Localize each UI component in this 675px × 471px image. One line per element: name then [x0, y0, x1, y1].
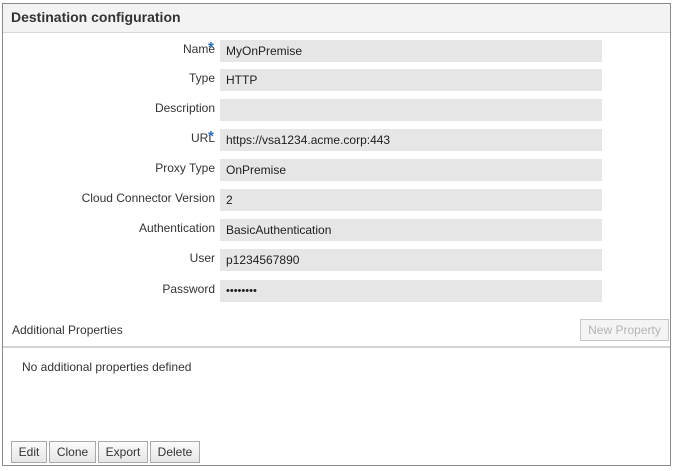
edit-button[interactable]: Edit — [11, 441, 47, 463]
destination-configuration-panel: Destination configuration Name * MyOnPre… — [2, 3, 671, 466]
user-label: User — [189, 251, 215, 265]
form-row-user: User p1234567890 — [3, 249, 670, 271]
form-row-url: URL * https://vsa1234.acme.corp:443 — [3, 128, 670, 151]
additional-properties-title: Additional Properties — [12, 323, 123, 337]
form-row-password: Password •••••••• — [3, 280, 670, 302]
proxy-type-label: Proxy Type — [155, 161, 215, 175]
section-divider — [3, 346, 670, 348]
required-marker: * — [208, 39, 214, 56]
export-button[interactable]: Export — [98, 441, 148, 463]
form-row-proxy-type: Proxy Type OnPremise — [3, 159, 670, 181]
destination-form: Name * MyOnPremise Type HTTP Description… — [3, 33, 670, 307]
action-toolbar: Edit Clone Export Delete — [11, 441, 200, 463]
password-field[interactable]: •••••••• — [220, 280, 602, 302]
new-property-button[interactable]: New Property — [580, 319, 669, 341]
description-label: Description — [154, 101, 215, 115]
delete-button[interactable]: Delete — [150, 441, 200, 463]
url-field[interactable]: https://vsa1234.acme.corp:443 — [220, 129, 602, 151]
cloud-connector-version-label: Cloud Connector Version — [81, 191, 215, 205]
password-label: Password — [162, 282, 215, 296]
form-row-type: Type HTTP — [3, 69, 670, 91]
type-label: Type — [188, 71, 215, 85]
authentication-label: Authentication — [138, 221, 215, 235]
proxy-type-field[interactable]: OnPremise — [220, 159, 602, 181]
type-field[interactable]: HTTP — [220, 69, 602, 91]
description-field[interactable] — [220, 99, 602, 121]
panel-header: Destination configuration — [3, 4, 670, 33]
cloud-connector-version-field[interactable]: 2 — [220, 189, 602, 211]
form-row-cloud-connector-version: Cloud Connector Version 2 — [3, 189, 670, 211]
form-row-authentication: Authentication BasicAuthentication — [3, 219, 670, 241]
panel-title: Destination configuration — [11, 9, 181, 25]
name-field[interactable]: MyOnPremise — [220, 40, 602, 62]
form-row-description: Description — [3, 99, 670, 121]
empty-properties-message: No additional properties defined — [22, 360, 192, 374]
clone-button[interactable]: Clone — [49, 441, 96, 463]
form-row-name: Name * MyOnPremise — [3, 39, 670, 62]
authentication-field[interactable]: BasicAuthentication — [220, 219, 602, 241]
required-marker: * — [208, 128, 214, 145]
user-field[interactable]: p1234567890 — [220, 249, 602, 271]
